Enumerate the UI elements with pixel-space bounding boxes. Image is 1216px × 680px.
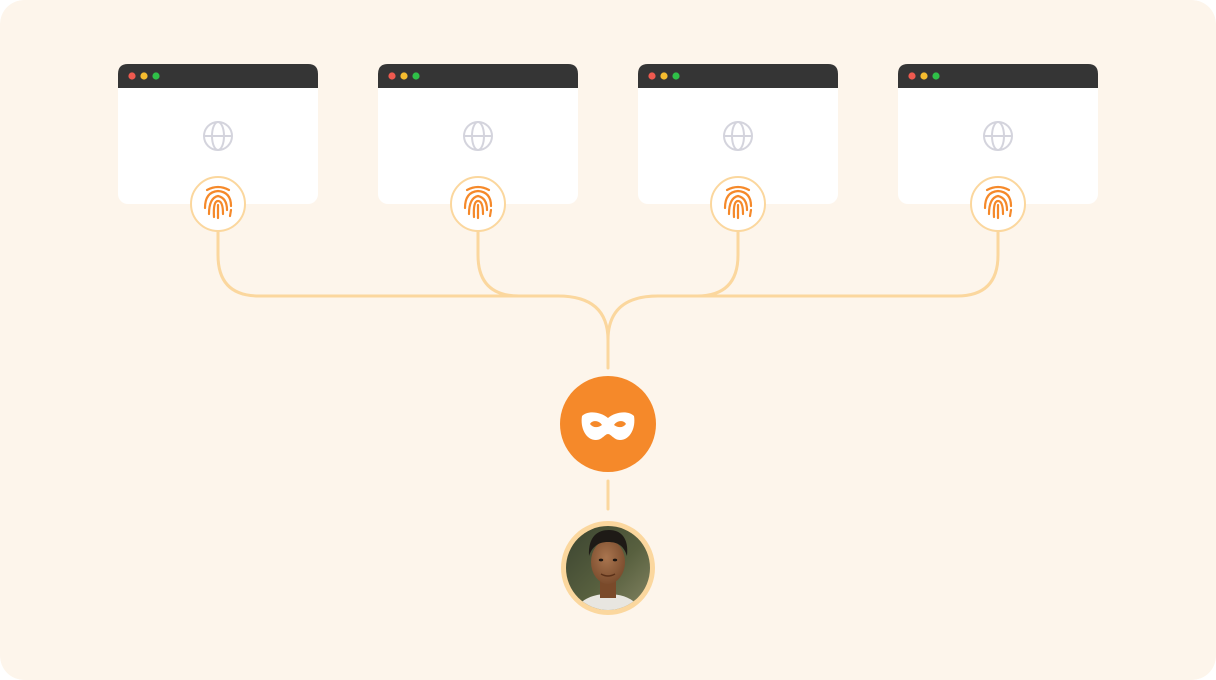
minimize-dot[interactable] [140, 72, 148, 80]
minimize-dot[interactable] [400, 72, 408, 80]
fingerprint-badge [450, 176, 506, 232]
diagram-canvas [0, 0, 1216, 680]
fingerprint-badge [190, 176, 246, 232]
minimize-dot[interactable] [920, 72, 928, 80]
privacy-hub[interactable] [560, 376, 656, 472]
close-dot[interactable] [128, 72, 136, 80]
minimize-dot[interactable] [660, 72, 668, 80]
close-dot[interactable] [648, 72, 656, 80]
close-dot[interactable] [908, 72, 916, 80]
fingerprint-badge [710, 176, 766, 232]
maximize-dot[interactable] [152, 72, 160, 80]
maximize-dot[interactable] [932, 72, 940, 80]
maximize-dot[interactable] [672, 72, 680, 80]
maximize-dot[interactable] [412, 72, 420, 80]
window-titlebar [378, 64, 578, 88]
close-dot[interactable] [388, 72, 396, 80]
window-titlebar [898, 64, 1098, 88]
window-titlebar [118, 64, 318, 88]
window-titlebar [638, 64, 838, 88]
fingerprint-diagram [0, 0, 1216, 680]
fingerprint-badge [970, 176, 1026, 232]
